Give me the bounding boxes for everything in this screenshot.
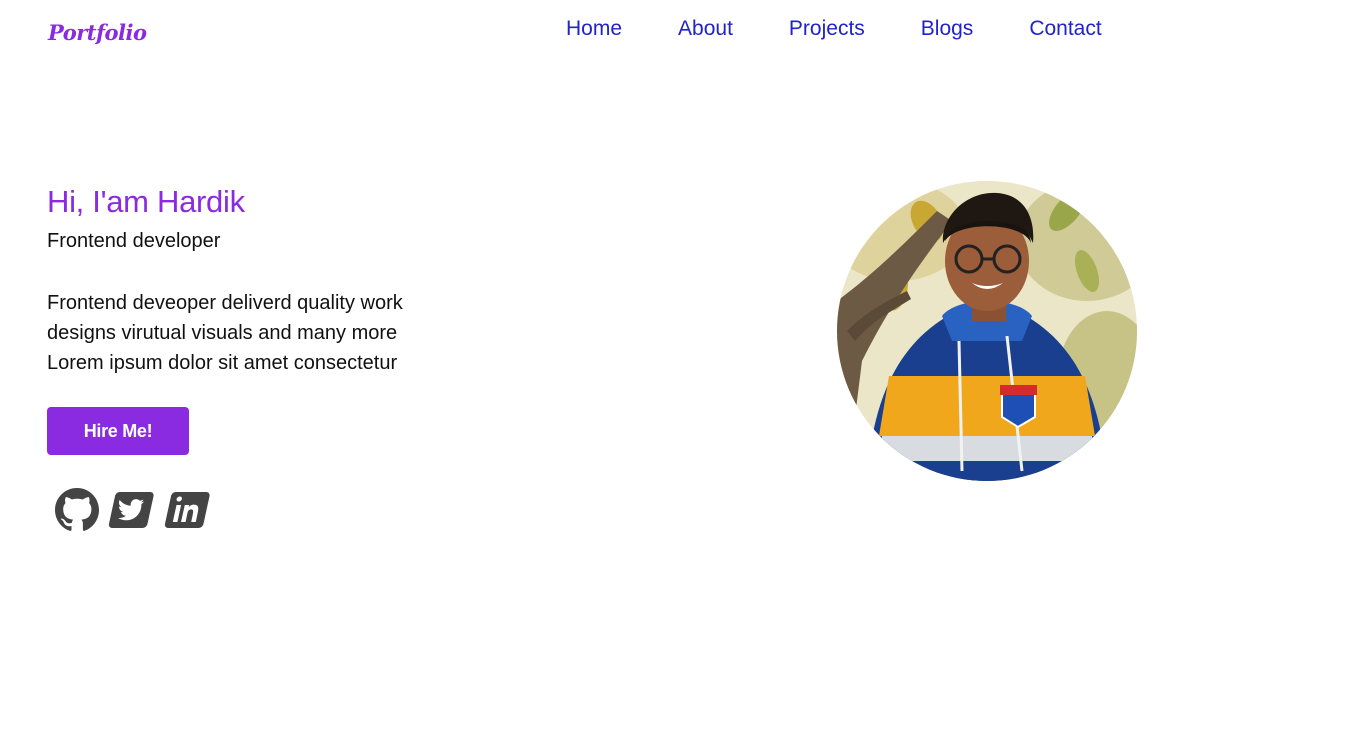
social-links — [52, 486, 214, 534]
hero-description-line: Lorem ipsum dolor sit amet consectetur — [47, 352, 398, 374]
hero-role: Frontend developer — [47, 230, 221, 252]
linkedin-link[interactable] — [164, 486, 214, 534]
hero-description-line: designs virutual visuals and many more — [47, 322, 398, 344]
main-nav: Home About Projects Blogs Contact — [566, 16, 1158, 42]
nav-link-contact[interactable]: Contact — [1029, 16, 1101, 42]
hero-description-line: Frontend deveoper deliverd quality work — [47, 292, 403, 314]
profile-photo — [837, 181, 1137, 481]
site-logo[interactable]: Portfolio — [48, 20, 147, 45]
hero-description: Frontend deveoper deliverd quality work … — [47, 288, 477, 378]
hero-greeting: Hi, I'am Hardik — [47, 184, 245, 219]
github-icon — [55, 488, 99, 531]
profile-photo-graphic — [837, 181, 1137, 481]
twitter-link[interactable] — [108, 486, 158, 534]
twitter-icon — [108, 492, 154, 528]
nav-link-home[interactable]: Home — [566, 16, 622, 42]
linkedin-icon — [164, 492, 210, 528]
nav-link-projects[interactable]: Projects — [789, 16, 865, 42]
nav-link-blogs[interactable]: Blogs — [921, 16, 974, 42]
github-link[interactable] — [52, 486, 102, 534]
portfolio-page: Portfolio Home About Projects Blogs Cont… — [0, 0, 1363, 740]
nav-link-about[interactable]: About — [678, 16, 733, 42]
hire-me-button[interactable]: Hire Me! — [47, 407, 189, 455]
